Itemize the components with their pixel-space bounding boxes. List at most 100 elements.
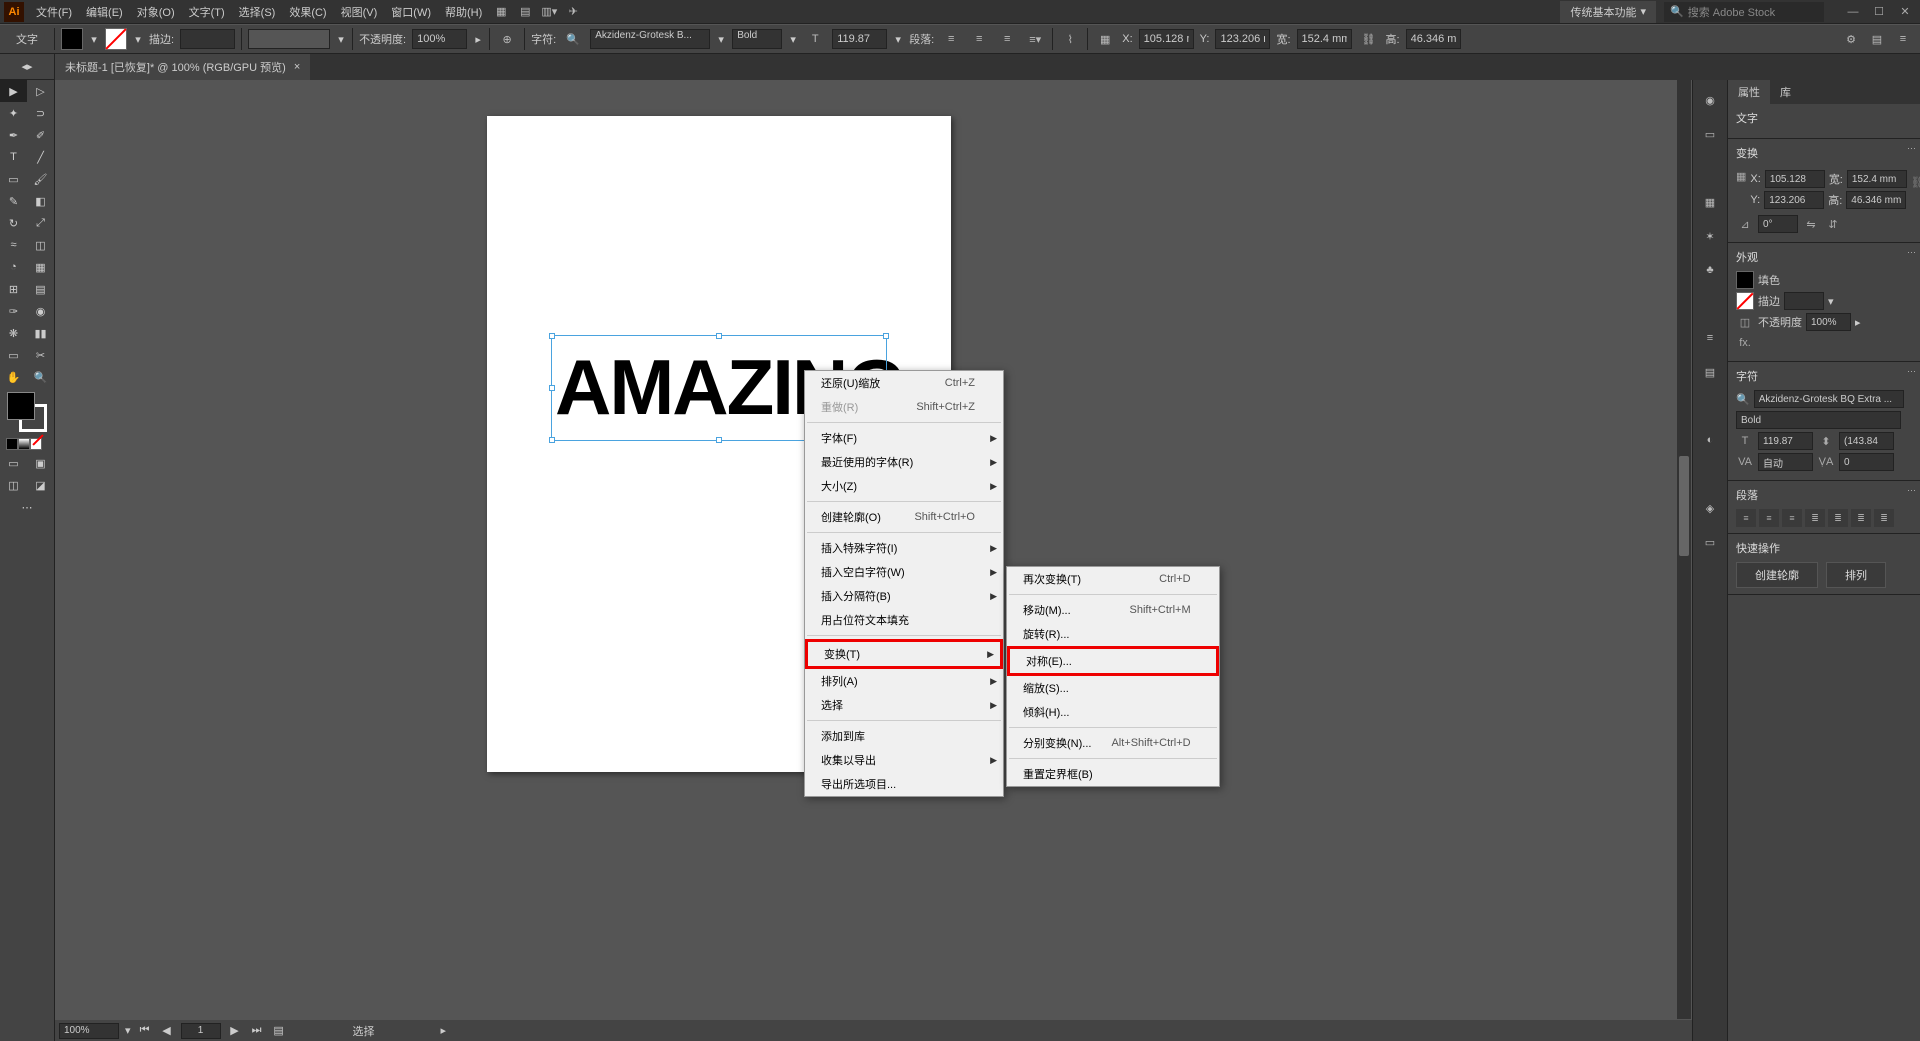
panel-tab-library[interactable]: 库 <box>1770 80 1801 104</box>
appearance-more-icon[interactable]: ⋯ <box>1907 247 1916 258</box>
panel-stroke-swatch[interactable] <box>1736 292 1754 310</box>
prop-w[interactable] <box>1847 170 1907 188</box>
nav-last[interactable]: ⏭ <box>249 1023 265 1039</box>
ctx-arrange[interactable]: 排列(A)▶ <box>805 669 1003 693</box>
sub-scale[interactable]: 缩放(S)... <box>1007 676 1219 700</box>
sub-shear[interactable]: 倾斜(H)... <box>1007 700 1219 724</box>
panel-font-size[interactable] <box>1758 432 1813 450</box>
dock-layers-icon[interactable]: ◈ <box>1696 494 1724 522</box>
para-align-center[interactable]: ≡ <box>1759 509 1779 527</box>
eyedropper-tool[interactable]: ✑ <box>0 300 27 322</box>
nav-next[interactable]: ▶ <box>227 1023 243 1039</box>
draw-behind[interactable]: ◪ <box>27 474 54 496</box>
dock-stroke-icon[interactable]: ≡ <box>1696 324 1724 352</box>
nav-first[interactable]: ⏮ <box>137 1023 153 1039</box>
para-justify-center[interactable]: ≣ <box>1828 509 1848 527</box>
menu-window[interactable]: 窗口(W) <box>385 1 437 23</box>
rotate-tool[interactable]: ↻ <box>0 212 27 234</box>
menu-select[interactable]: 选择(S) <box>233 1 282 23</box>
hand-tool[interactable]: ✋ <box>0 366 27 388</box>
selection-tool[interactable]: ▶ <box>0 80 27 102</box>
perspective-tool[interactable]: ▦ <box>27 256 54 278</box>
stroke-drop[interactable]: ▾ <box>133 33 143 46</box>
align-left-icon[interactable]: ≡ <box>940 29 962 49</box>
sub-move[interactable]: 移动(M)...Shift+Ctrl+M <box>1007 598 1219 622</box>
link-wh-icon[interactable]: ⛓ <box>1358 29 1380 49</box>
magic-wand-tool[interactable]: ✦ <box>0 102 27 124</box>
panel-fill-swatch[interactable] <box>1736 271 1754 289</box>
align-right-icon[interactable]: ≡ <box>996 29 1018 49</box>
blend-tool[interactable]: ◉ <box>27 300 54 322</box>
tab-close-button[interactable]: × <box>294 61 300 73</box>
ctx-export-selection[interactable]: 导出所选项目... <box>805 772 1003 796</box>
warp-icon[interactable]: ⌇ <box>1059 29 1081 49</box>
screen-mode-full[interactable]: ▣ <box>27 452 54 474</box>
menu-effect[interactable]: 效果(C) <box>283 1 332 23</box>
dock-color-guide-icon[interactable]: ◐ <box>1696 426 1724 454</box>
quick-create-outlines[interactable]: 创建轮廓 <box>1736 562 1818 588</box>
prop-y[interactable] <box>1764 191 1824 209</box>
ctx-recent-fonts[interactable]: 最近使用的字体(R)▶ <box>805 450 1003 474</box>
lasso-tool[interactable]: ⊃ <box>27 102 54 124</box>
mini-swatch-none[interactable] <box>30 438 42 450</box>
menu-object[interactable]: 对象(O) <box>131 1 181 23</box>
ref-point-icon[interactable]: ▦ <box>1736 167 1746 185</box>
stroke-weight-input[interactable] <box>180 29 235 49</box>
ctx-add-to-library[interactable]: 添加到库 <box>805 724 1003 748</box>
ctx-insert-whitespace[interactable]: 插入空白字符(W)▶ <box>805 560 1003 584</box>
shape-builder-tool[interactable]: ◔ <box>0 256 27 278</box>
nav-prev[interactable]: ◀ <box>159 1023 175 1039</box>
ctx-fill-placeholder[interactable]: 用占位符文本填充 <box>805 608 1003 632</box>
flip-v-icon[interactable]: ⇵ <box>1824 215 1842 233</box>
edit-toolbar[interactable]: ⋯ <box>0 496 54 518</box>
window-maximize-button[interactable]: ☐ <box>1868 3 1890 21</box>
panel-leading[interactable] <box>1839 432 1894 450</box>
opacity-input[interactable] <box>412 29 467 49</box>
screen-mode-normal[interactable]: ▭ <box>0 452 27 474</box>
para-align-right[interactable]: ≡ <box>1782 509 1802 527</box>
menu-type[interactable]: 文字(T) <box>183 1 231 23</box>
dock-gradient-icon[interactable]: ▤ <box>1696 358 1724 386</box>
ctx-collect-export[interactable]: 收集以导出▶ <box>805 748 1003 772</box>
mini-swatch-gradient[interactable] <box>18 438 30 450</box>
workspace-switcher[interactable]: 传统基本功能▾ <box>1560 1 1656 23</box>
panel-tab-properties[interactable]: 属性 <box>1728 80 1770 104</box>
brush-tool[interactable]: 🖌 <box>27 168 54 190</box>
stroke-swatch[interactable] <box>105 28 127 50</box>
free-transform-tool[interactable]: ◫ <box>27 234 54 256</box>
shaper-tool[interactable]: ✎ <box>0 190 27 212</box>
more-icon[interactable]: ≡ <box>1892 29 1914 49</box>
color-picker[interactable] <box>7 392 47 432</box>
y-input[interactable] <box>1215 29 1270 49</box>
panel-icon[interactable]: ▤ <box>1866 29 1888 49</box>
search-font-icon[interactable]: 🔍 <box>562 29 584 49</box>
ctx-create-outlines[interactable]: 创建轮廓(O)Shift+Ctrl+O <box>805 505 1003 529</box>
stock-search[interactable]: 🔍搜索 Adobe Stock <box>1664 2 1824 22</box>
ctx-select[interactable]: 选择▶ <box>805 693 1003 717</box>
ctx-insert-break[interactable]: 插入分隔符(B)▶ <box>805 584 1003 608</box>
prop-h[interactable] <box>1846 191 1906 209</box>
menu-file[interactable]: 文件(F) <box>30 1 78 23</box>
dock-brushes-icon[interactable]: ✶ <box>1696 222 1724 250</box>
window-minimize-button[interactable]: ― <box>1842 3 1864 21</box>
recolor-icon[interactable]: ⊕ <box>496 29 518 49</box>
panel-tracking[interactable] <box>1839 453 1894 471</box>
window-close-button[interactable]: ✕ <box>1894 3 1916 21</box>
pen-tool[interactable]: ✒ <box>0 124 27 146</box>
w-input[interactable] <box>1297 29 1352 49</box>
type-tool[interactable]: T <box>0 146 27 168</box>
ctx-size[interactable]: 大小(Z)▶ <box>805 474 1003 498</box>
para-justify-all[interactable]: ≣ <box>1874 509 1894 527</box>
ctx-font[interactable]: 字体(F)▶ <box>805 426 1003 450</box>
font-size-input[interactable] <box>832 29 887 49</box>
direct-select-tool[interactable]: ▷ <box>27 80 54 102</box>
panel-stroke-weight[interactable] <box>1784 292 1824 310</box>
transform-more-icon[interactable]: ⋯ <box>1907 143 1916 154</box>
ctx-insert-glyphs[interactable]: 插入特殊字符(I)▶ <box>805 536 1003 560</box>
fill-swatch[interactable] <box>61 28 83 50</box>
panel-font[interactable] <box>1754 390 1904 408</box>
menu-edit[interactable]: 编辑(E) <box>80 1 129 23</box>
ctx-undo[interactable]: 还原(U)缩放Ctrl+Z <box>805 371 1003 395</box>
dock-artboards-icon[interactable]: ▭ <box>1696 528 1724 556</box>
graph-tool[interactable]: ▮▮ <box>27 322 54 344</box>
